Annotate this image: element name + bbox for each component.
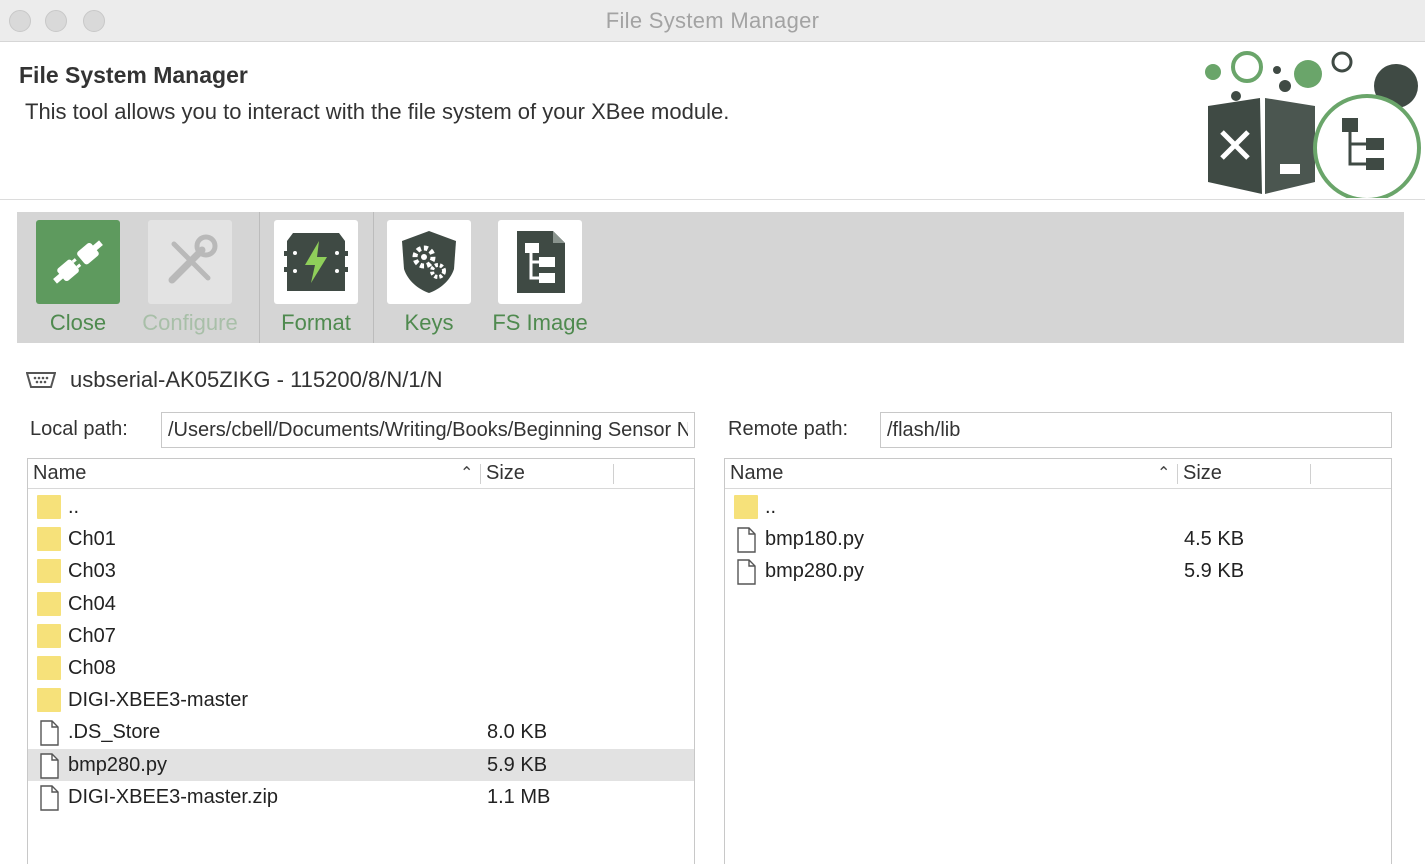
close-button[interactable]: Close — [25, 220, 131, 340]
folder-icon — [734, 495, 758, 519]
configure-button-label: Configure — [142, 310, 238, 335]
folder-row[interactable]: Ch01 — [28, 523, 694, 555]
sort-ascending-icon: ⌃ — [460, 465, 474, 482]
local-name-column-header[interactable]: Name — [33, 462, 86, 485]
file-name: bmp280.py — [765, 560, 864, 583]
remote-rows: .. bmp180.py 4.5 KB bmp280.py 5.9 KB — [725, 491, 1391, 588]
column-divider[interactable] — [1310, 464, 1311, 484]
shield-gear-icon — [387, 220, 471, 304]
serial-port-icon — [26, 372, 56, 388]
toolbar-separator — [259, 212, 260, 343]
folder-icon — [37, 527, 61, 552]
column-divider[interactable] — [480, 464, 481, 484]
folder-row[interactable]: .. — [725, 491, 1391, 523]
folder-icon — [37, 688, 61, 713]
local-path-field[interactable] — [161, 412, 695, 448]
file-name: bmp180.py — [765, 528, 864, 551]
keys-button-label: Keys — [404, 310, 454, 335]
file-name: Ch07 — [68, 624, 116, 647]
tool-title: File System Manager — [19, 62, 248, 88]
remote-path-label: Remote path: — [728, 418, 849, 440]
column-divider[interactable] — [1177, 464, 1178, 484]
plug-icon — [36, 220, 120, 304]
file-row[interactable]: .DS_Store 8.0 KB — [28, 716, 694, 748]
folder-row[interactable]: Ch07 — [28, 620, 694, 652]
folder-row[interactable]: Ch08 — [28, 652, 694, 684]
remote-size-column-header[interactable]: Size — [1183, 462, 1222, 485]
keys-button[interactable]: Keys — [379, 220, 479, 340]
file-icon — [37, 720, 61, 747]
file-name: .. — [68, 496, 80, 518]
format-button-label: Format — [281, 310, 351, 335]
window-title: File System Manager — [605, 8, 820, 33]
local-column-header: Name ⌃ Size — [28, 459, 694, 489]
file-row[interactable]: bmp280.py 5.9 KB — [725, 555, 1391, 587]
folder-icon — [37, 591, 61, 616]
folder-row[interactable]: Ch03 — [28, 555, 694, 587]
file-system-manager-logo-icon — [1205, 51, 1421, 198]
file-size: 5.9 KB — [1184, 560, 1245, 583]
toolbar-separator — [373, 212, 374, 343]
file-row[interactable]: bmp180.py 4.5 KB — [725, 523, 1391, 555]
file-size: 1.1 MB — [487, 785, 551, 808]
format-chip-icon — [274, 220, 358, 304]
file-name: .DS_Store — [68, 721, 161, 744]
tool-description: This tool allows you to interact with th… — [25, 99, 730, 124]
file-name: Ch01 — [68, 528, 116, 551]
file-icon — [37, 752, 61, 779]
sort-ascending-icon: ⌃ — [1157, 465, 1171, 482]
folder-row[interactable]: DIGI-XBEE3-master — [28, 684, 694, 716]
file-name: Ch08 — [68, 656, 116, 679]
configure-button[interactable]: Configure — [137, 220, 243, 340]
file-size: 8.0 KB — [487, 721, 548, 744]
remote-column-header: Name ⌃ Size — [725, 459, 1391, 489]
toolbar: Close Configure Format Keys FS Image — [17, 212, 1404, 343]
folder-icon — [37, 655, 61, 680]
file-icon — [734, 559, 758, 586]
close-button-label: Close — [49, 310, 107, 335]
tool-header: File System Manager This tool allows you… — [0, 42, 1425, 200]
local-path-label: Local path: — [30, 418, 128, 440]
remote-name-column-header[interactable]: Name — [730, 462, 783, 485]
file-name: .. — [765, 496, 777, 518]
folder-icon — [37, 559, 61, 584]
column-divider[interactable] — [613, 464, 614, 484]
file-row[interactable]: DIGI-XBEE3-master.zip 1.1 MB — [28, 781, 694, 813]
folder-icon — [37, 495, 61, 519]
file-name: bmp280.py — [68, 753, 167, 776]
file-size: 5.9 KB — [487, 753, 548, 776]
file-icon — [37, 784, 61, 811]
local-rows: .. Ch01 Ch03 Ch04 Ch07 Ch08 DIGI-XBEE3-master.… — [28, 491, 694, 813]
fs-image-button-label: FS Image — [492, 310, 588, 335]
folder-row[interactable]: Ch04 — [28, 588, 694, 620]
local-file-list[interactable]: Name ⌃ Size .. Ch01 Ch03 Ch04 Ch07 Ch08 DIGI-X… — [27, 458, 695, 864]
remote-path-field[interactable] — [880, 412, 1392, 448]
file-row[interactable]: bmp280.py 5.9 KB — [28, 748, 694, 781]
folder-icon — [37, 623, 61, 648]
connection-text: usbserial-AK05ZIKG - 115200/8/N/1/N — [70, 367, 443, 392]
folder-row[interactable]: .. — [28, 491, 694, 523]
file-name: DIGI-XBEE3-master.zip — [68, 785, 279, 808]
file-icon — [734, 527, 758, 553]
fs-image-icon — [498, 220, 582, 304]
format-button[interactable]: Format — [265, 220, 367, 340]
remote-file-list[interactable]: Name ⌃ Size .. bmp180.py 4.5 KB bmp280.py 5.… — [724, 458, 1392, 864]
file-size: 4.5 KB — [1184, 528, 1245, 551]
fs-image-button[interactable]: FS Image — [485, 220, 595, 340]
local-size-column-header[interactable]: Size — [486, 462, 525, 485]
connection-info: usbserial-AK05ZIKG - 115200/8/N/1/N — [26, 366, 443, 394]
window-titlebar: File System Manager — [0, 0, 1425, 42]
file-name: Ch03 — [68, 560, 116, 583]
wrench-screwdriver-icon — [148, 220, 232, 304]
file-name: Ch04 — [68, 592, 116, 615]
file-name: DIGI-XBEE3-master — [68, 689, 249, 712]
